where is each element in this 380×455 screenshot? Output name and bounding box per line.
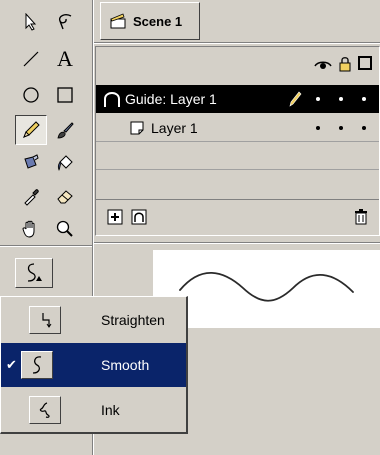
menu-item-straighten[interactable]: Straighten: [1, 298, 186, 342]
scene-label: Scene 1: [133, 13, 183, 29]
layers-panel: Guide: Layer 1 Layer 1: [95, 46, 380, 236]
scene-bar-divider: [92, 42, 380, 44]
add-guide-layer-button[interactable]: [130, 208, 148, 226]
menu-item-ink[interactable]: Ink: [1, 388, 186, 432]
pencil-tool[interactable]: [15, 115, 47, 145]
scene-bar: Scene 1: [92, 0, 380, 44]
line-icon: [23, 51, 39, 67]
straighten-icon: [42, 313, 52, 328]
outline-icon[interactable]: [358, 56, 372, 70]
pencil-icon: [23, 121, 40, 138]
smooth-icon: [32, 356, 42, 374]
pencil-mode-menu: Straighten ✔ Smooth Ink: [0, 296, 188, 434]
paint-bucket-tool[interactable]: [49, 148, 81, 178]
layer-row-layer1[interactable]: Layer 1: [96, 115, 379, 141]
eye-icon[interactable]: [314, 59, 332, 71]
zoom-tool[interactable]: [49, 214, 81, 244]
layer-icon: [130, 121, 144, 135]
menu-item-label: Ink: [101, 402, 120, 418]
lasso-icon: [58, 14, 72, 30]
visibility-dot[interactable]: [316, 126, 320, 130]
guide-layer-icon: [104, 92, 120, 107]
delete-layer-button[interactable]: [352, 208, 370, 226]
lock-icon[interactable]: [338, 56, 352, 72]
eraser-tool[interactable]: [49, 181, 81, 211]
oval-tool[interactable]: [15, 80, 47, 110]
smooth-icon-box: [21, 351, 53, 379]
magnifier-icon: [56, 220, 73, 237]
toolbox-separator: [0, 245, 92, 247]
panel-divider: [92, 242, 380, 244]
dropper-icon: [24, 189, 39, 206]
insert-layer-icon: [107, 209, 123, 225]
outline-dot[interactable]: [362, 126, 366, 130]
scene-tab[interactable]: Scene 1: [100, 2, 200, 40]
layer-label: Layer 1: [151, 120, 198, 136]
ink-icon: [39, 402, 50, 418]
rectangle-tool[interactable]: [49, 80, 81, 110]
layer-label: Guide: Layer 1: [125, 91, 217, 107]
row-divider: [96, 169, 379, 170]
edit-pencil-icon: [289, 91, 302, 107]
text-icon: A: [57, 46, 73, 71]
pencil-mode-button[interactable]: [15, 258, 53, 288]
lock-dot[interactable]: [339, 97, 343, 101]
check-icon: ✔: [6, 357, 17, 372]
menu-item-label: Straighten: [101, 312, 165, 328]
hand-icon: [22, 220, 35, 238]
visibility-dot[interactable]: [316, 97, 320, 101]
layers-footer: [96, 199, 379, 235]
arrow-tool[interactable]: [15, 7, 47, 37]
add-guide-layer-icon: [131, 209, 147, 225]
brush-icon: [57, 122, 74, 139]
outline-dot[interactable]: [362, 97, 366, 101]
layers-header: [96, 47, 379, 83]
brush-tool[interactable]: [49, 115, 81, 145]
ink-icon-box: [29, 396, 61, 424]
smooth-mode-icon: [27, 263, 42, 282]
paint-bucket-icon: [57, 155, 73, 171]
menu-item-smooth[interactable]: ✔ Smooth: [1, 343, 186, 387]
ink-bottle-icon: [24, 154, 39, 169]
row-divider: [96, 141, 379, 142]
eraser-icon: [57, 190, 73, 204]
trash-icon: [355, 209, 367, 225]
lasso-tool[interactable]: [49, 7, 81, 37]
menu-item-label: Smooth: [101, 357, 150, 373]
oval-icon: [23, 87, 39, 103]
arrow-icon: [25, 13, 37, 31]
text-tool[interactable]: A: [49, 44, 81, 74]
line-tool[interactable]: [15, 44, 47, 74]
dropper-tool[interactable]: [15, 181, 47, 211]
clapper-icon: [110, 13, 126, 29]
lock-dot[interactable]: [339, 126, 343, 130]
insert-layer-button[interactable]: [106, 208, 124, 226]
rectangle-icon: [57, 87, 73, 103]
straighten-icon-box: [29, 306, 61, 334]
layer-row-guide[interactable]: Guide: Layer 1: [96, 85, 379, 113]
toolbox: A: [0, 0, 92, 245]
hand-tool[interactable]: [15, 214, 47, 244]
ink-bottle-tool[interactable]: [15, 148, 47, 178]
